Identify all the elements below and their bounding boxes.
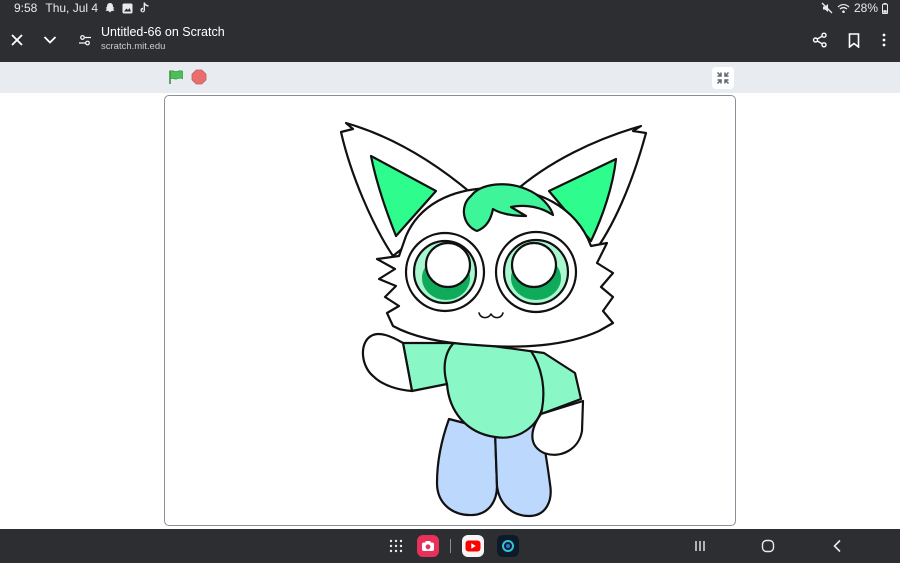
exit-fullscreen-icon[interactable] xyxy=(712,67,734,89)
camera-app-icon[interactable] xyxy=(416,534,440,558)
more-icon[interactable] xyxy=(868,18,900,62)
youtube-app-icon[interactable] xyxy=(461,534,485,558)
game-app-icon[interactable] xyxy=(496,534,520,558)
back-icon[interactable] xyxy=(827,534,847,558)
mute-icon xyxy=(821,2,833,14)
date: Thu, Jul 4 xyxy=(45,1,99,15)
page-title: Untitled-66 on Scratch xyxy=(101,25,225,39)
recents-icon[interactable] xyxy=(690,534,710,558)
green-flag-icon[interactable] xyxy=(167,68,185,86)
share-icon[interactable] xyxy=(804,18,836,62)
stop-icon[interactable] xyxy=(190,68,208,86)
page-url: scratch.mit.edu xyxy=(101,41,166,52)
scratch-stage[interactable] xyxy=(164,95,736,526)
scratch-controls-bar xyxy=(0,62,900,93)
left-eye-white xyxy=(424,241,472,289)
close-icon[interactable] xyxy=(1,18,33,62)
wifi-icon xyxy=(837,3,850,14)
snapchat-icon xyxy=(104,2,116,14)
system-nav-bar xyxy=(0,529,900,563)
status-bar: 9:58 Thu, Jul 4 28% xyxy=(0,0,900,18)
browser-toolbar: Untitled-66 on Scratch scratch.mit.edu xyxy=(0,18,900,62)
cat-sprite[interactable] xyxy=(165,96,735,525)
battery-level: 28% xyxy=(853,1,878,15)
home-icon[interactable] xyxy=(757,534,779,558)
nav-divider xyxy=(448,534,452,558)
clock: 9:58 xyxy=(14,1,38,15)
chevron-down-icon[interactable] xyxy=(34,18,66,62)
apps-grid-icon[interactable] xyxy=(387,534,405,558)
battery-icon xyxy=(882,2,888,14)
right-eye-white xyxy=(510,241,558,289)
site-settings-icon[interactable] xyxy=(69,18,101,62)
tiktok-icon xyxy=(139,2,150,14)
page-title-block[interactable]: Untitled-66 on Scratch scratch.mit.edu xyxy=(101,25,225,52)
bookmark-icon[interactable] xyxy=(838,18,870,62)
gallery-icon xyxy=(122,3,133,14)
